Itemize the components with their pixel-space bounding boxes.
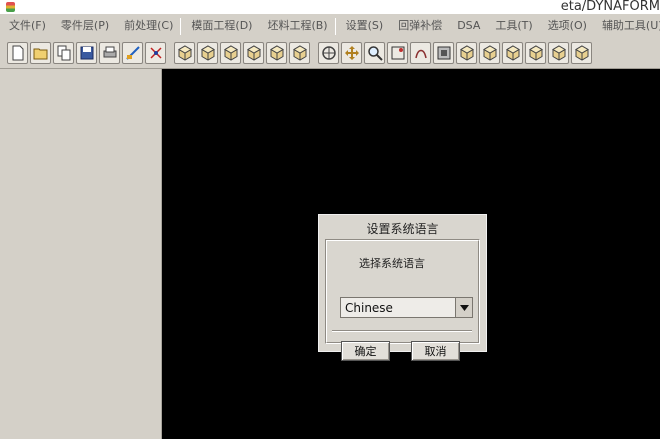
new-file-button[interactable] <box>7 42 28 64</box>
menu-item[interactable]: 工具(T) <box>486 14 538 38</box>
fringe-icon <box>413 45 429 61</box>
print-icon <box>102 45 118 61</box>
zoom-icon <box>367 45 383 61</box>
pan-icon <box>344 45 360 61</box>
copy-icon <box>56 45 72 61</box>
cube-view-3-icon <box>223 45 239 61</box>
measure-button[interactable] <box>122 42 143 64</box>
rotate-button[interactable] <box>318 42 339 64</box>
zoom-button[interactable] <box>364 42 385 64</box>
open-folder-icon <box>33 45 49 61</box>
frame-button[interactable] <box>433 42 454 64</box>
cube-view-2-button[interactable] <box>197 42 218 64</box>
frame-icon <box>436 45 452 61</box>
zoom-window-button[interactable] <box>387 42 408 64</box>
ok-button[interactable]: 确定 <box>341 341 390 361</box>
menu-item[interactable]: 设置(S) <box>337 14 390 38</box>
cube-view-4-button[interactable] <box>243 42 264 64</box>
menu-item[interactable]: 回弹补偿 <box>389 14 448 38</box>
menu-item[interactable]: 零件层(P) <box>52 14 115 38</box>
iso-view-icon <box>459 45 475 61</box>
language-select[interactable]: Chinese <box>340 297 473 318</box>
menu-item[interactable]: 文件(F) <box>0 14 52 38</box>
front-view-icon <box>505 45 521 61</box>
menu-bar: 文件(F) 零件层(P) 前处理(C) 模面工程(D) 坯料工程(B) 设置(S) 回弹补偿… <box>0 14 660 38</box>
select-language-label: 选择系统语言 <box>359 257 425 270</box>
cube-view-6-button[interactable] <box>289 42 310 64</box>
zoom-window-icon <box>390 45 406 61</box>
dropdown-arrow-icon[interactable] <box>455 298 472 317</box>
fringe-button[interactable] <box>410 42 431 64</box>
cube-view-5-icon <box>269 45 285 61</box>
transform-icon <box>148 45 164 61</box>
rotate-icon <box>321 45 337 61</box>
side-view-button[interactable] <box>525 42 546 64</box>
top-view-icon <box>482 45 498 61</box>
menu-item[interactable]: 坯料工程(B) <box>258 14 333 38</box>
menu-separator <box>334 17 336 35</box>
save-icon <box>79 45 95 61</box>
cube-view-5-button[interactable] <box>266 42 287 64</box>
right-view-button[interactable] <box>548 42 569 64</box>
measure-icon <box>125 45 141 61</box>
side-panel <box>0 69 162 439</box>
cube-view-6-icon <box>292 45 308 61</box>
menu-item[interactable]: 前处理(C) <box>115 14 179 38</box>
cube-view-1-button[interactable] <box>174 42 195 64</box>
top-view-button[interactable] <box>479 42 500 64</box>
toolbar <box>0 38 660 69</box>
cube-view-2-icon <box>200 45 216 61</box>
dialog-divider <box>332 330 472 332</box>
iso-view-button[interactable] <box>456 42 477 64</box>
window-title: eta/DYNAFORM <box>560 0 660 14</box>
perspective-icon <box>574 45 590 61</box>
cube-view-4-icon <box>246 45 262 61</box>
language-group: 选择系统语言 Chinese 确定 取消 <box>325 239 480 361</box>
menu-item[interactable]: 辅助工具(U) <box>593 14 660 38</box>
cancel-button[interactable]: 取消 <box>411 341 460 361</box>
right-view-icon <box>551 45 567 61</box>
menu-separator <box>180 17 182 35</box>
new-file-icon <box>10 45 26 61</box>
language-select-value: Chinese <box>345 301 393 315</box>
menu-item[interactable]: DSA <box>448 14 486 38</box>
title-bar: eta/DYNAFORM <box>0 0 660 14</box>
copy-button[interactable] <box>53 42 74 64</box>
front-view-button[interactable] <box>502 42 523 64</box>
perspective-button[interactable] <box>571 42 592 64</box>
print-button[interactable] <box>99 42 120 64</box>
open-folder-button[interactable] <box>30 42 51 64</box>
menu-item[interactable]: 选项(O) <box>539 14 593 38</box>
side-view-icon <box>528 45 544 61</box>
save-button[interactable] <box>76 42 97 64</box>
cube-view-3-button[interactable] <box>220 42 241 64</box>
pan-button[interactable] <box>341 42 362 64</box>
cube-view-1-icon <box>177 45 193 61</box>
transform-button[interactable] <box>145 42 166 64</box>
app-logo-icon <box>6 2 15 12</box>
menu-item[interactable]: 模面工程(D) <box>182 14 258 38</box>
dialog-title: 设置系统语言 <box>366 222 439 236</box>
language-dialog: 设置系统语言 选择系统语言 Chinese 确定 取消 <box>318 214 487 361</box>
